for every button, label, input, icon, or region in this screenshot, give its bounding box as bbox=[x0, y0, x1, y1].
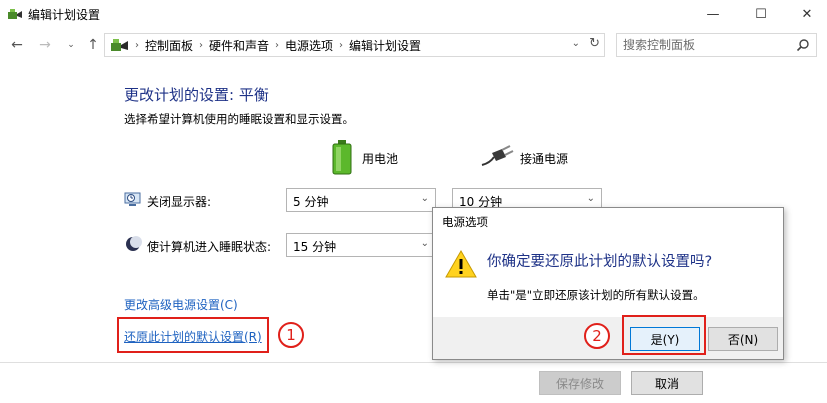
control-panel-icon bbox=[111, 39, 128, 51]
footer-divider bbox=[0, 362, 827, 363]
power-plug-icon bbox=[481, 145, 514, 166]
display-battery-select[interactable]: 5 分钟 ⌄ bbox=[286, 188, 436, 212]
page-title: 更改计划的设置: 平衡 bbox=[124, 86, 269, 104]
save-changes-button[interactable]: 保存修改 bbox=[539, 371, 621, 395]
no-button[interactable]: 否(N) bbox=[708, 327, 778, 351]
breadcrumb-separator[interactable]: › bbox=[275, 40, 279, 51]
title-bar: 编辑计划设置 — ☐ ✕ bbox=[0, 0, 827, 28]
moon-icon bbox=[126, 236, 142, 251]
recent-locations-button[interactable]: ⌄ bbox=[62, 37, 80, 53]
maximize-button[interactable]: ☐ bbox=[738, 0, 784, 28]
display-battery-value: 5 分钟 bbox=[293, 195, 329, 209]
search-icon[interactable] bbox=[796, 38, 810, 52]
breadcrumb-hardware-sound[interactable]: 硬件和声音 bbox=[209, 37, 269, 54]
advanced-settings-link[interactable]: 更改高级电源设置(C) bbox=[124, 296, 238, 313]
dialog-question: 你确定要还原此计划的默认设置吗? bbox=[487, 254, 713, 270]
up-button[interactable]: ↑ bbox=[84, 37, 102, 53]
cancel-button[interactable]: 取消 bbox=[631, 371, 703, 395]
sleep-label: 使计算机进入睡眠状态: bbox=[147, 240, 272, 254]
page-description: 选择希望计算机使用的睡眠设置和显示设置。 bbox=[124, 112, 354, 126]
chevron-down-icon: ⌄ bbox=[420, 238, 429, 249]
turn-off-display-label: 关闭显示器: bbox=[147, 195, 212, 209]
column-header-plugged-in: 接通电源 bbox=[520, 152, 569, 166]
breadcrumb-power-options[interactable]: 电源选项 bbox=[285, 37, 333, 54]
dialog-title: 电源选项 bbox=[442, 215, 488, 229]
highlight-box-yes bbox=[622, 315, 706, 355]
power-options-icon bbox=[8, 9, 22, 19]
chevron-down-icon: ⌄ bbox=[420, 193, 429, 204]
warning-icon bbox=[445, 249, 477, 278]
navigation-bar: ← → ⌄ ↑ › 控制面板 › 硬件和声音 › 电源选项 › 编辑计划设置 ⌄… bbox=[0, 30, 827, 60]
forward-button[interactable]: → bbox=[36, 37, 54, 53]
monitor-clock-icon bbox=[124, 192, 141, 206]
close-button[interactable]: ✕ bbox=[784, 0, 827, 28]
search-input[interactable] bbox=[623, 37, 793, 53]
step-badge-2: 2 bbox=[584, 323, 610, 349]
address-dropdown-button[interactable]: ⌄ bbox=[572, 38, 580, 49]
address-bar[interactable]: › 控制面板 › 硬件和声音 › 电源选项 › 编辑计划设置 ⌄ ↻ bbox=[104, 33, 605, 57]
breadcrumb-control-panel[interactable]: 控制面板 bbox=[145, 37, 193, 54]
battery-icon bbox=[332, 140, 352, 175]
back-button[interactable]: ← bbox=[8, 37, 26, 53]
chevron-down-icon: ⌄ bbox=[586, 193, 595, 204]
minimize-button[interactable]: — bbox=[690, 0, 736, 28]
breadcrumb-separator[interactable]: › bbox=[199, 40, 203, 51]
search-box[interactable] bbox=[616, 33, 817, 57]
breadcrumb-edit-plan[interactable]: 编辑计划设置 bbox=[349, 37, 421, 54]
breadcrumb-separator: › bbox=[135, 39, 139, 51]
breadcrumb-separator[interactable]: › bbox=[339, 40, 343, 51]
sleep-battery-value: 15 分钟 bbox=[293, 240, 337, 254]
window-title: 编辑计划设置 bbox=[28, 8, 101, 22]
highlight-box-restore bbox=[117, 317, 269, 353]
step-badge-1: 1 bbox=[278, 322, 304, 348]
dialog-detail: 单击"是"立即还原该计划的所有默认设置。 bbox=[487, 288, 705, 302]
refresh-button[interactable]: ↻ bbox=[589, 36, 600, 51]
column-header-battery: 用电池 bbox=[362, 152, 399, 166]
sleep-battery-select[interactable]: 15 分钟 ⌄ bbox=[286, 233, 436, 257]
